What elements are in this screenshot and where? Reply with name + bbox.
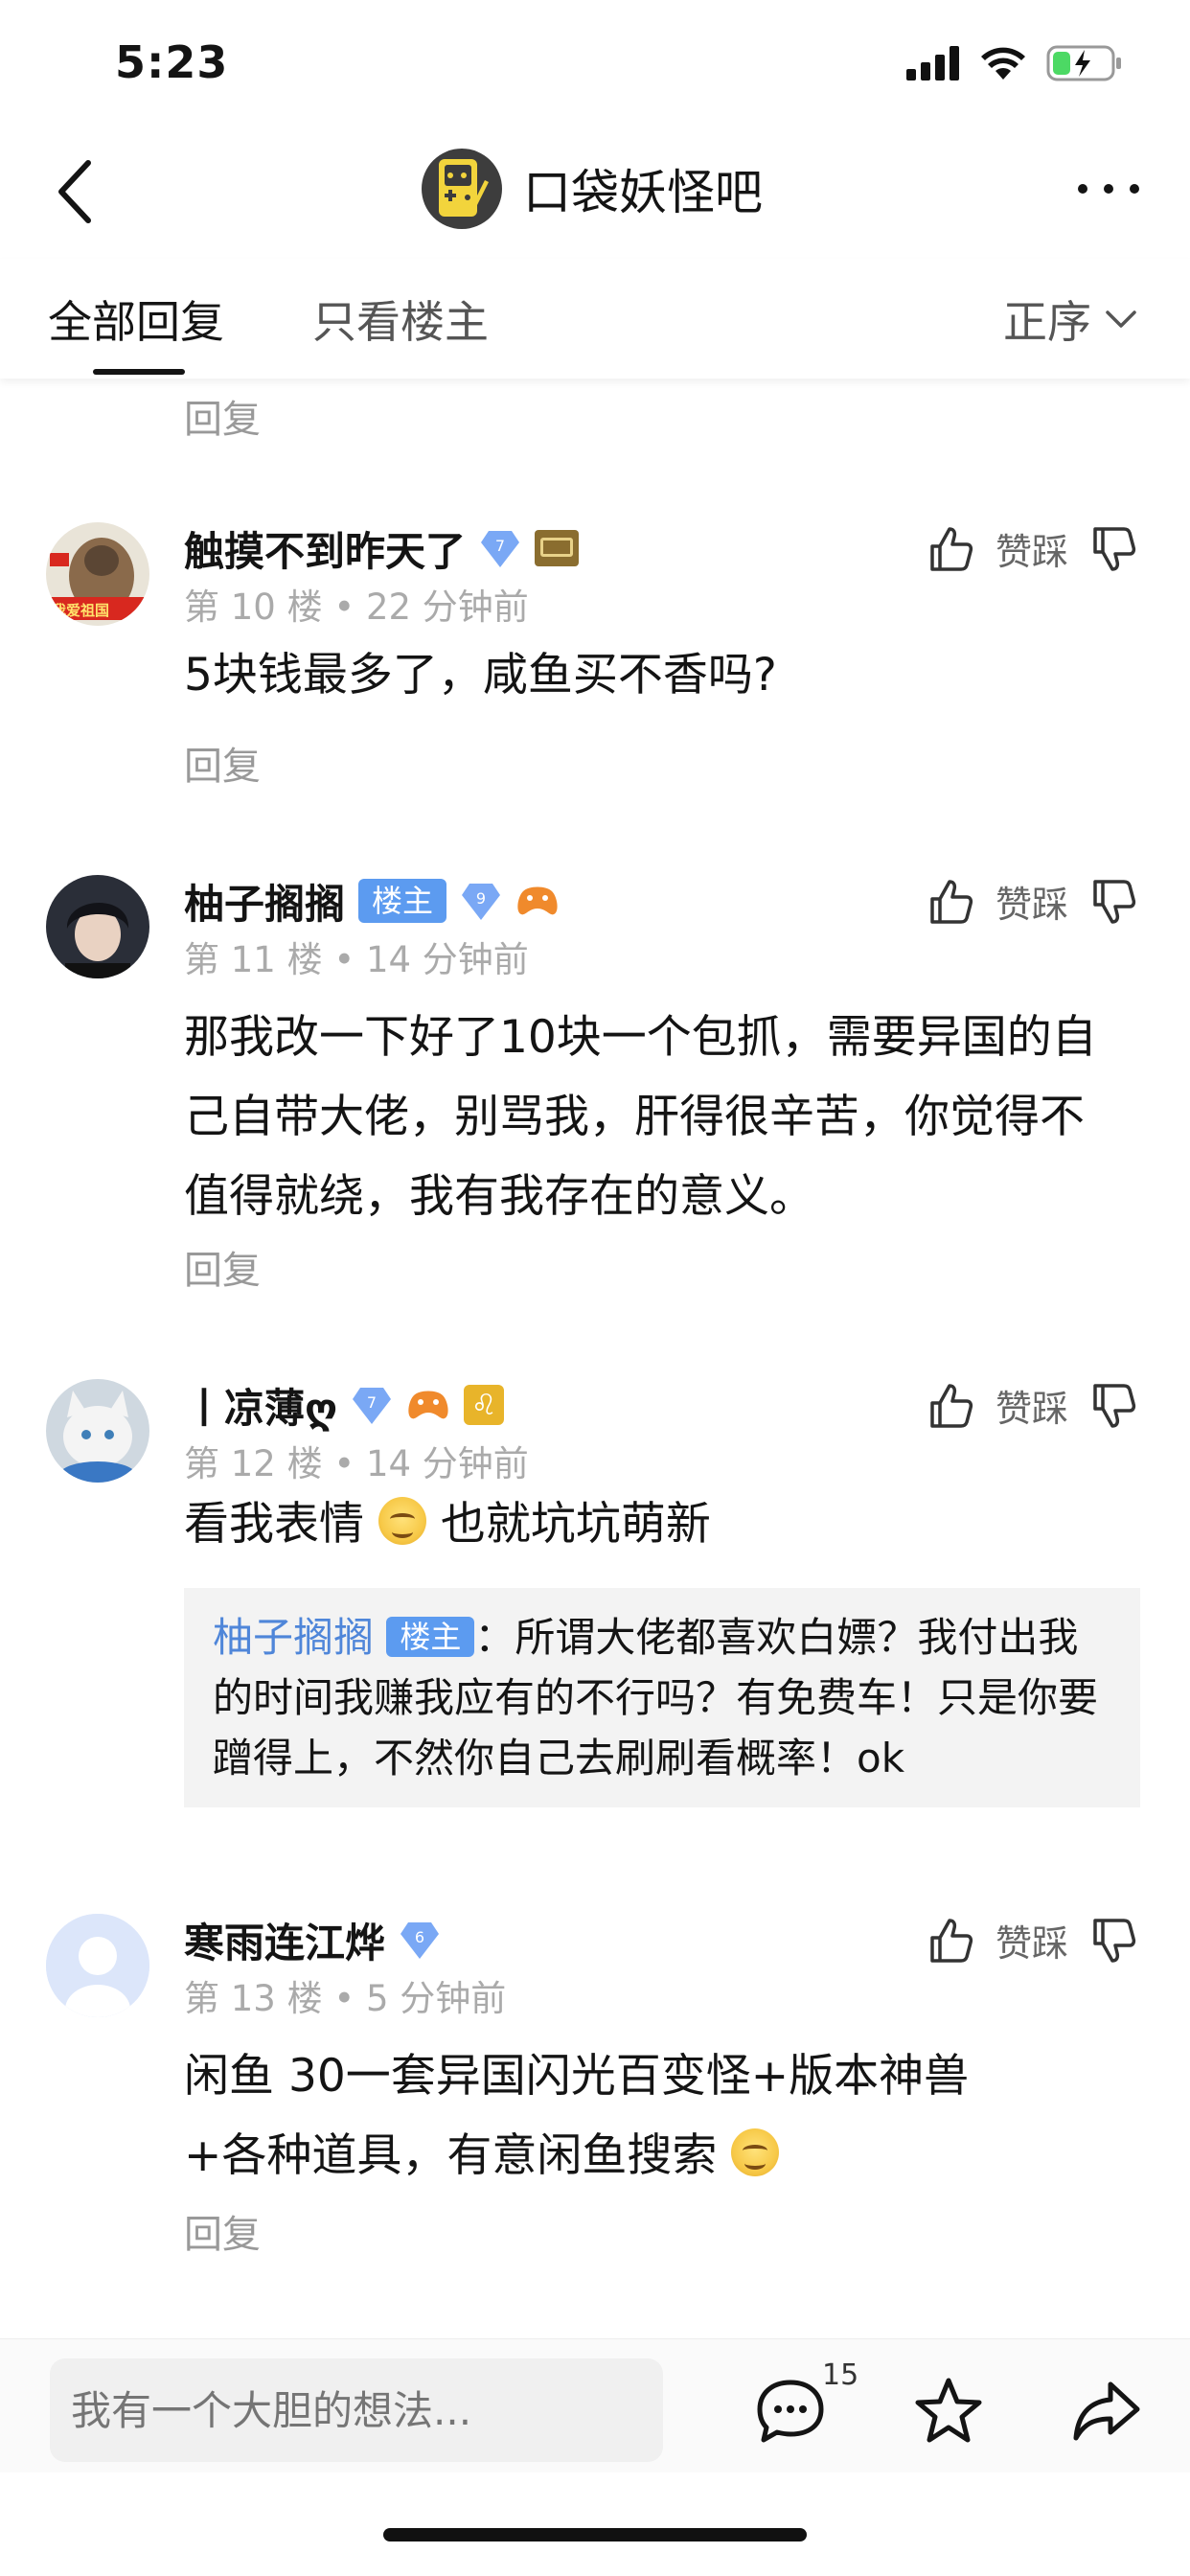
- forum-avatar: [422, 149, 502, 229]
- thumbs-up-icon[interactable]: [927, 1382, 974, 1430]
- vote-label: 赞踩: [995, 884, 1068, 926]
- reply-body-line: +各种道具，有意闲鱼搜索: [184, 2116, 1142, 2196]
- avatar[interactable]: [46, 1379, 149, 1483]
- thumbs-up-icon[interactable]: [927, 525, 974, 573]
- battery-charging-icon: [1046, 45, 1121, 81]
- floor-meta: 第 13 楼 • 5 分钟前: [184, 1978, 507, 2019]
- default-avatar-icon: [46, 1914, 149, 2017]
- nav-bar: 口袋妖怪吧: [0, 134, 1190, 244]
- reply-body-line: 闲鱼 30一套异国闪光百变怪+版本神兽: [184, 2050, 970, 2103]
- avatar[interactable]: 我爱祖国: [46, 522, 149, 626]
- reply-body-part: 也就坑坑萌新: [440, 1498, 711, 1551]
- level-badge: 9: [460, 880, 502, 922]
- username[interactable]: 寒雨连江烨: [184, 1911, 385, 1969]
- comment-input[interactable]: [50, 2358, 663, 2462]
- comment-icon[interactable]: [752, 2373, 829, 2450]
- vote-label: 赞踩: [995, 531, 1068, 573]
- floor-meta: 第 12 楼 • 14 分钟前: [184, 1443, 529, 1484]
- thumbs-up-icon[interactable]: [927, 1917, 974, 1965]
- reply-button[interactable]: 回复: [184, 735, 261, 791]
- reply-body-part: 看我表情: [184, 1498, 364, 1551]
- vote-actions: 赞踩: [927, 875, 1137, 928]
- star-icon[interactable]: [910, 2373, 987, 2450]
- bottom-bar: 15: [0, 2338, 1190, 2472]
- tab-active-indicator: [93, 369, 185, 375]
- status-time: 5:23: [115, 36, 229, 88]
- quoted-username[interactable]: 柚子搁搁: [213, 1614, 374, 1661]
- vote-label: 赞踩: [995, 1388, 1068, 1430]
- thumbs-down-icon[interactable]: [1089, 1917, 1137, 1965]
- svg-text:7: 7: [367, 1393, 377, 1412]
- avatar-caption: 我爱祖国: [52, 602, 110, 619]
- status-icons: [906, 44, 1123, 82]
- user-row: 柚子搁搁 楼主 9: [184, 875, 560, 928]
- username[interactable]: 触摸不到昨天了: [184, 519, 466, 578]
- reply-body: 5块钱最多了，咸鱼买不香吗?: [184, 649, 777, 702]
- username[interactable]: 丨凉薄ღ: [184, 1376, 337, 1435]
- floor-meta: 第 11 楼 • 14 分钟前: [184, 939, 529, 980]
- home-indicator: [383, 2528, 807, 2542]
- level-badge: 6: [399, 1919, 441, 1961]
- svg-text:9: 9: [476, 889, 486, 908]
- gameboy-icon: [439, 159, 489, 217]
- sort-dropdown[interactable]: 正序: [1003, 288, 1137, 351]
- floor-meta: 第 10 楼 • 22 分钟前: [184, 586, 529, 628]
- wifi-icon: [981, 47, 1025, 80]
- chevron-down-icon: [1106, 310, 1136, 328]
- reply-button[interactable]: 回复: [184, 388, 261, 444]
- smile-emoji-icon: [378, 1497, 426, 1545]
- reply-button[interactable]: 回复: [184, 2203, 261, 2259]
- vote-label: 赞踩: [995, 1922, 1068, 1965]
- zodiac-leo-icon: ♌: [464, 1385, 505, 1425]
- reply-button[interactable]: 回复: [184, 1239, 261, 1295]
- reply-body: 闲鱼 30一套异国闪光百变怪+版本神兽 +各种道具，有意闲鱼搜索: [184, 2036, 1142, 2196]
- comment-count-badge: 15: [822, 2358, 859, 2392]
- owner-tag: 楼主: [358, 879, 447, 923]
- sort-label: 正序: [1003, 296, 1091, 348]
- tab-owner-only[interactable]: 只看楼主: [312, 288, 489, 351]
- status-bar: 5:23: [0, 0, 1190, 134]
- reply-body: 看我表情 也就坑坑萌新: [184, 1484, 1142, 1564]
- back-arrow-icon[interactable]: [48, 153, 105, 230]
- thumbs-up-icon[interactable]: [927, 878, 974, 926]
- owner-tag: 楼主: [386, 1617, 475, 1657]
- user-row: 丨凉薄ღ 7 ♌: [184, 1379, 505, 1432]
- thumbs-down-icon[interactable]: [1089, 878, 1137, 926]
- signal-icon: [906, 46, 959, 80]
- smile-emoji-icon: [731, 2128, 780, 2176]
- forum-header[interactable]: 口袋妖怪吧: [422, 146, 763, 232]
- username[interactable]: 柚子搁搁: [184, 872, 345, 931]
- avatar[interactable]: [46, 1914, 149, 2017]
- share-icon[interactable]: [1068, 2373, 1145, 2450]
- vote-actions: 赞踩: [927, 1379, 1137, 1432]
- team-badge-icon: [535, 530, 580, 566]
- avatar-image: [46, 1379, 149, 1483]
- more-icon[interactable]: [1075, 168, 1142, 211]
- user-row: 触摸不到昨天了 7: [184, 522, 580, 575]
- quoted-reply[interactable]: 柚子搁搁 楼主 ：所谓大佬都喜欢白嫖？我付出我的时间我赚我应有的不行吗？有免费车！…: [184, 1588, 1140, 1807]
- svg-text:7: 7: [495, 537, 505, 555]
- svg-text:6: 6: [415, 1928, 424, 1946]
- forum-title: 口袋妖怪吧: [523, 165, 763, 220]
- tab-all-replies[interactable]: 全部回复: [48, 288, 224, 351]
- gamepad-badge-icon: [517, 886, 558, 915]
- reply-body: 那我改一下好了10块一个包抓，需要异国的自己自带大佬，别骂我，肝得很辛苦，你觉得…: [184, 1011, 1097, 1223]
- thumbs-down-icon[interactable]: [1089, 525, 1137, 573]
- user-row: 寒雨连江烨 6: [184, 1914, 441, 1966]
- vote-actions: 赞踩: [927, 1914, 1137, 1966]
- gamepad-badge-icon: [408, 1391, 448, 1419]
- avatar-image: [46, 875, 149, 978]
- avatar[interactable]: [46, 875, 149, 978]
- vote-actions: 赞踩: [927, 522, 1137, 575]
- reply-tabs: 全部回复 只看楼主 正序: [0, 259, 1190, 379]
- level-badge: 7: [351, 1384, 393, 1426]
- thumbs-down-icon[interactable]: [1089, 1382, 1137, 1430]
- level-badge: 7: [479, 527, 521, 569]
